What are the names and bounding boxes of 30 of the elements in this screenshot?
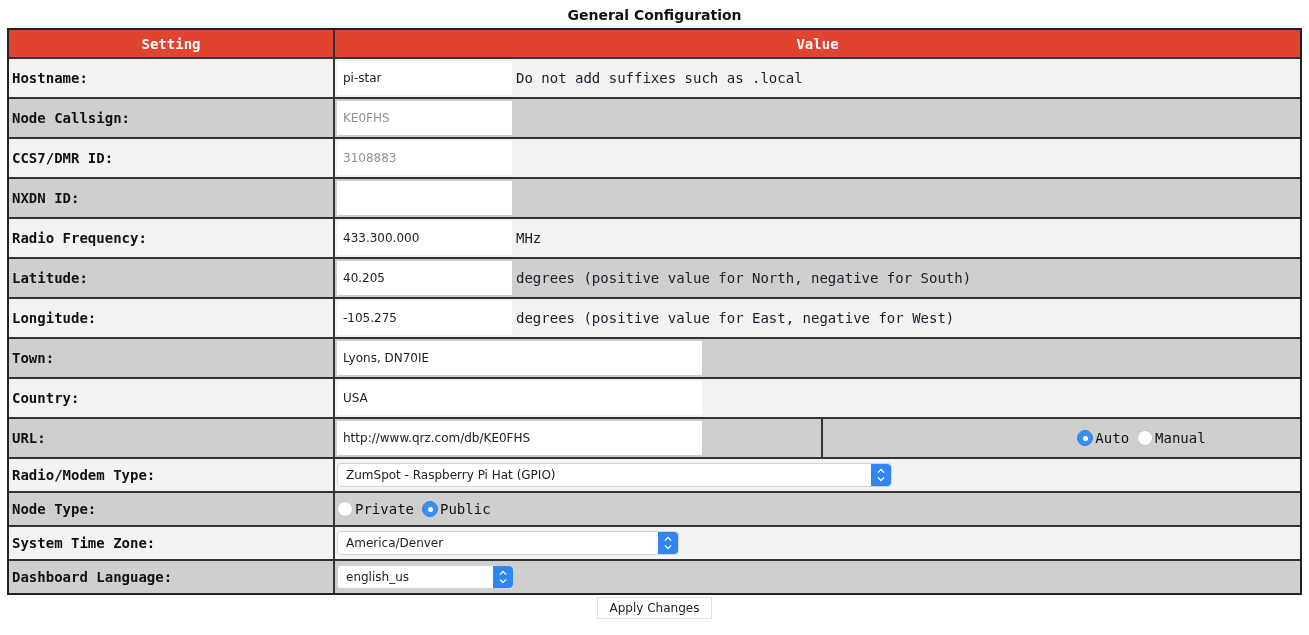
radio-option[interactable]: Auto: [1077, 430, 1130, 446]
radio-option[interactable]: Public: [422, 501, 491, 517]
field-note: degrees (positive value for North, negative for South): [515, 269, 972, 288]
text-field[interactable]: 433.300.000: [337, 221, 512, 255]
radio-icon[interactable]: [1077, 430, 1094, 446]
field-note: degrees (positive value for East, negative for West): [515, 309, 955, 328]
select-dropdown[interactable]: America/Denver: [337, 531, 679, 555]
chevron-updown-icon: [871, 464, 891, 486]
column-header: Value: [795, 34, 840, 54]
radio-option[interactable]: Manual: [1137, 430, 1206, 446]
text-field[interactable]: http://www.qrz.com/db/KE0FHS: [337, 421, 702, 455]
radio-icon[interactable]: [1137, 430, 1154, 446]
text-field[interactable]: pi-star: [337, 61, 512, 95]
text-field[interactable]: 40.205: [337, 261, 512, 295]
text-field[interactable]: [337, 181, 512, 215]
text-field[interactable]: USA: [337, 381, 702, 415]
radio-icon[interactable]: [337, 501, 353, 517]
chevron-updown-icon: [658, 532, 678, 554]
text-field[interactable]: -105.275: [337, 301, 512, 335]
select-dropdown[interactable]: ZumSpot - Raspberry Pi Hat (GPIO): [337, 463, 892, 487]
text-field[interactable]: Lyons, DN70IE: [337, 341, 702, 375]
chevron-updown-icon: [493, 566, 513, 588]
apply-button[interactable]: Apply Changes: [596, 597, 713, 619]
radio-icon[interactable]: [422, 501, 438, 517]
field-note: MHz: [515, 229, 542, 248]
radio-option[interactable]: Private: [337, 501, 414, 517]
select-dropdown[interactable]: english_us: [337, 565, 514, 589]
field-note: Do not add suffixes such as .local: [515, 69, 803, 88]
setting-label: Dashboard Language:: [9, 561, 335, 593]
page-title: General Configuration: [567, 6, 742, 25]
